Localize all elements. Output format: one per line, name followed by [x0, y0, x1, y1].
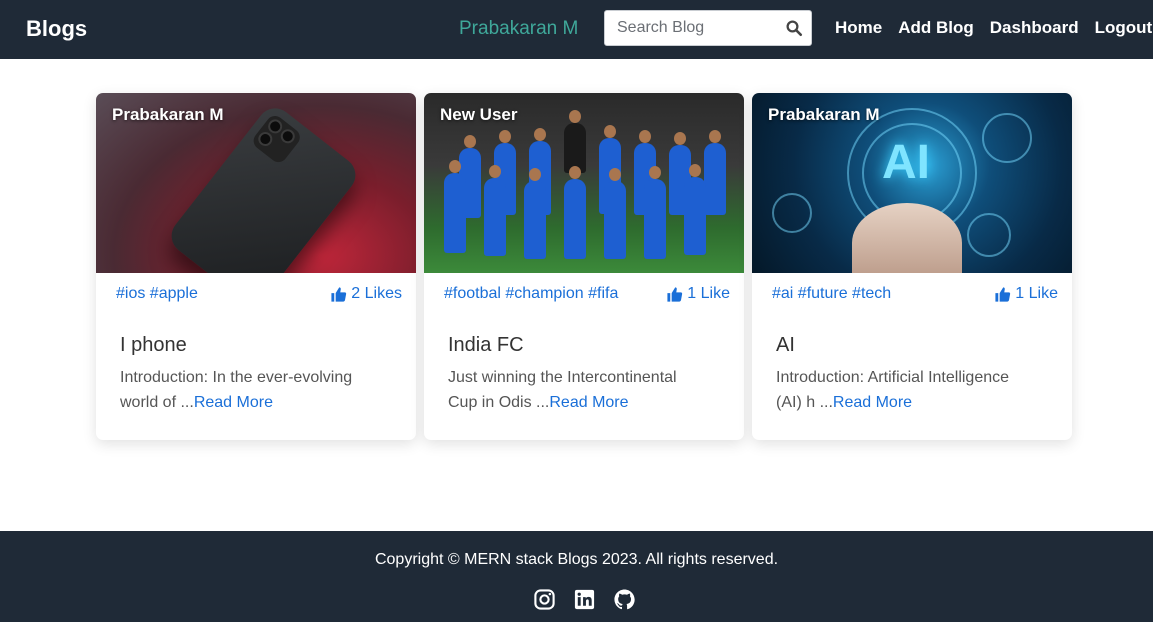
- like-count: 2 Likes: [351, 285, 402, 302]
- card-excerpt: Introduction: In the ever-evolving world…: [120, 365, 380, 415]
- iphone-illustration: [164, 101, 363, 273]
- card-tags[interactable]: #ai #future #tech: [772, 285, 891, 303]
- thumbs-up-icon: [331, 286, 347, 302]
- social-links: [533, 588, 636, 611]
- blog-card-image[interactable]: AI Prabakaran M: [752, 93, 1072, 273]
- nav-link-logout[interactable]: Logout: [1095, 18, 1153, 38]
- like-count: 1 Like: [687, 285, 730, 302]
- card-author: New User: [440, 105, 518, 124]
- card-author: Prabakaran M: [112, 105, 224, 124]
- copyright-text: Copyright © MERN stack Blogs 2023. All r…: [374, 551, 779, 568]
- card-excerpt: Introduction: Artificial Intelligence (A…: [776, 365, 1036, 415]
- blog-card-list: Prabakaran M #ios #apple 2 Likes I phone…: [96, 93, 1072, 440]
- github-icon[interactable]: [613, 588, 636, 611]
- like-count: 1 Like: [1015, 285, 1058, 302]
- navbar: Blogs Prabakaran M Home Add Blog Dashboa…: [0, 0, 1153, 59]
- nav-link-add-blog[interactable]: Add Blog: [898, 18, 974, 38]
- blog-card-image[interactable]: New User: [424, 93, 744, 273]
- like-button[interactable]: 2 Likes: [330, 285, 402, 303]
- blog-card[interactable]: Prabakaran M #ios #apple 2 Likes I phone…: [96, 93, 416, 440]
- like-button[interactable]: 1 Like: [666, 285, 730, 303]
- card-title[interactable]: I phone: [120, 334, 187, 357]
- search-input[interactable]: [605, 13, 775, 43]
- blog-card[interactable]: AI Prabakaran M #ai #future #tech 1 Like…: [752, 93, 1072, 440]
- thumbs-up-icon: [667, 286, 683, 302]
- brand-logo[interactable]: Blogs: [26, 16, 87, 42]
- read-more-link[interactable]: Read More: [549, 394, 628, 411]
- card-author: Prabakaran M: [768, 105, 880, 124]
- card-excerpt: Just winning the Intercontinental Cup in…: [448, 365, 708, 415]
- nav-link-home[interactable]: Home: [835, 18, 882, 38]
- card-title[interactable]: AI: [776, 334, 795, 357]
- card-meta: #footbal #champion #fifa 1 Like: [444, 285, 730, 303]
- thumbs-up-icon: [995, 286, 1011, 302]
- search-icon[interactable]: [785, 19, 803, 37]
- card-title[interactable]: India FC: [448, 334, 524, 357]
- card-tags[interactable]: #ios #apple: [116, 285, 198, 303]
- ai-glow-text: AI: [882, 136, 930, 189]
- instagram-icon[interactable]: [533, 588, 556, 611]
- search-box: [604, 10, 812, 46]
- card-meta: #ios #apple 2 Likes: [116, 285, 402, 303]
- current-user-name: Prabakaran M: [459, 18, 579, 39]
- nav-links: Home Add Blog Dashboard Logout: [835, 18, 1153, 38]
- blog-card-image[interactable]: Prabakaran M: [96, 93, 416, 273]
- blog-card[interactable]: New User #footbal #champion #fifa 1 Like…: [424, 93, 744, 440]
- linkedin-icon[interactable]: [573, 588, 596, 611]
- card-tags[interactable]: #footbal #champion #fifa: [444, 285, 618, 303]
- hand-illustration: [852, 203, 962, 273]
- card-meta: #ai #future #tech 1 Like: [772, 285, 1058, 303]
- read-more-link[interactable]: Read More: [194, 394, 273, 411]
- read-more-link[interactable]: Read More: [833, 394, 912, 411]
- footer: Copyright © MERN stack Blogs 2023. All r…: [0, 531, 1153, 622]
- nav-link-dashboard[interactable]: Dashboard: [990, 18, 1079, 38]
- like-button[interactable]: 1 Like: [994, 285, 1058, 303]
